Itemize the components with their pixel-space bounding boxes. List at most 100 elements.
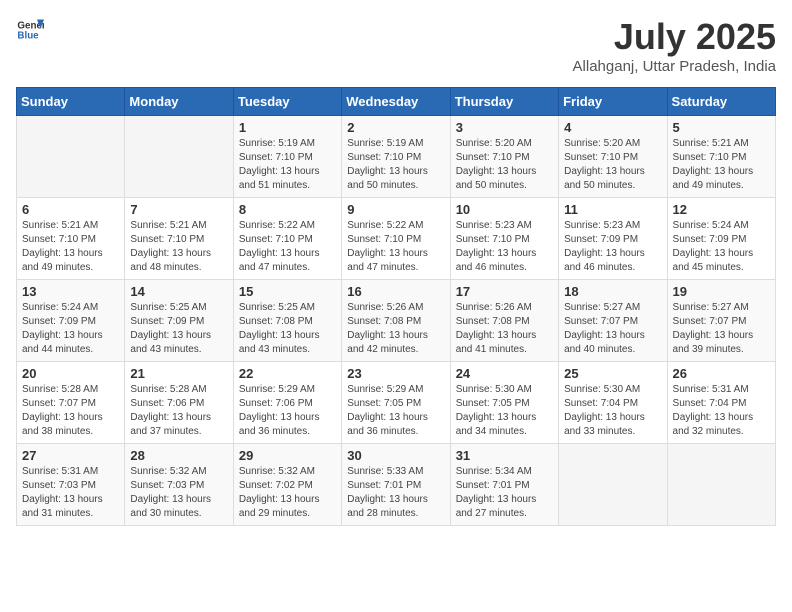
cell-info: Sunrise: 5:27 AM Sunset: 7:07 PM Dayligh… bbox=[564, 301, 661, 357]
cell-info: Sunrise: 5:33 AM Sunset: 7:01 PM Dayligh… bbox=[347, 465, 444, 521]
day-number: 19 bbox=[673, 284, 770, 299]
calendar-cell: 19 Sunrise: 5:27 AM Sunset: 7:07 PM Dayli… bbox=[667, 280, 775, 362]
day-number: 26 bbox=[673, 366, 770, 381]
day-number: 20 bbox=[22, 366, 119, 381]
calendar-cell: 17 Sunrise: 5:26 AM Sunset: 7:08 PM Dayli… bbox=[450, 280, 558, 362]
cell-info: Sunrise: 5:25 AM Sunset: 7:08 PM Dayligh… bbox=[239, 301, 336, 357]
weekday-header: Friday bbox=[559, 88, 667, 116]
weekday-header: Wednesday bbox=[342, 88, 450, 116]
calendar-table: SundayMondayTuesdayWednesdayThursdayFrid… bbox=[16, 87, 776, 526]
calendar-week-row: 20 Sunrise: 5:28 AM Sunset: 7:07 PM Dayli… bbox=[17, 362, 776, 444]
calendar-cell: 7 Sunrise: 5:21 AM Sunset: 7:10 PM Daylig… bbox=[125, 198, 233, 280]
day-number: 10 bbox=[456, 202, 553, 217]
day-number: 22 bbox=[239, 366, 336, 381]
day-number: 9 bbox=[347, 202, 444, 217]
cell-info: Sunrise: 5:29 AM Sunset: 7:05 PM Dayligh… bbox=[347, 383, 444, 439]
cell-info: Sunrise: 5:28 AM Sunset: 7:06 PM Dayligh… bbox=[130, 383, 227, 439]
cell-info: Sunrise: 5:22 AM Sunset: 7:10 PM Dayligh… bbox=[347, 219, 444, 275]
calendar-cell: 9 Sunrise: 5:22 AM Sunset: 7:10 PM Daylig… bbox=[342, 198, 450, 280]
day-number: 28 bbox=[130, 448, 227, 463]
cell-info: Sunrise: 5:21 AM Sunset: 7:10 PM Dayligh… bbox=[22, 219, 119, 275]
cell-info: Sunrise: 5:30 AM Sunset: 7:05 PM Dayligh… bbox=[456, 383, 553, 439]
calendar-cell: 21 Sunrise: 5:28 AM Sunset: 7:06 PM Dayli… bbox=[125, 362, 233, 444]
day-number: 8 bbox=[239, 202, 336, 217]
calendar-cell: 5 Sunrise: 5:21 AM Sunset: 7:10 PM Daylig… bbox=[667, 116, 775, 198]
day-number: 31 bbox=[456, 448, 553, 463]
day-number: 27 bbox=[22, 448, 119, 463]
day-number: 5 bbox=[673, 120, 770, 135]
day-number: 30 bbox=[347, 448, 444, 463]
cell-info: Sunrise: 5:30 AM Sunset: 7:04 PM Dayligh… bbox=[564, 383, 661, 439]
calendar-cell bbox=[125, 116, 233, 198]
calendar-cell: 12 Sunrise: 5:24 AM Sunset: 7:09 PM Dayli… bbox=[667, 198, 775, 280]
day-number: 23 bbox=[347, 366, 444, 381]
calendar-cell: 20 Sunrise: 5:28 AM Sunset: 7:07 PM Dayli… bbox=[17, 362, 125, 444]
day-number: 1 bbox=[239, 120, 336, 135]
calendar-cell: 28Sunrise: 5:32 AM Sunset: 7:03 PM Dayli… bbox=[125, 444, 233, 526]
day-number: 17 bbox=[456, 284, 553, 299]
day-number: 6 bbox=[22, 202, 119, 217]
day-number: 12 bbox=[673, 202, 770, 217]
calendar-week-row: 6 Sunrise: 5:21 AM Sunset: 7:10 PM Daylig… bbox=[17, 198, 776, 280]
logo-icon: General Blue bbox=[16, 16, 44, 44]
location-subtitle: Allahganj, Uttar Pradesh, India bbox=[573, 58, 776, 75]
calendar-cell: 23 Sunrise: 5:29 AM Sunset: 7:05 PM Dayli… bbox=[342, 362, 450, 444]
day-number: 25 bbox=[564, 366, 661, 381]
calendar-cell: 2Sunrise: 5:19 AM Sunset: 7:10 PM Daylig… bbox=[342, 116, 450, 198]
calendar-week-row: 1 Sunrise: 5:19 AM Sunset: 7:10 PM Daylig… bbox=[17, 116, 776, 198]
calendar-cell: 11Sunrise: 5:23 AM Sunset: 7:09 PM Dayli… bbox=[559, 198, 667, 280]
calendar-cell: 6 Sunrise: 5:21 AM Sunset: 7:10 PM Daylig… bbox=[17, 198, 125, 280]
calendar-cell: 25 Sunrise: 5:30 AM Sunset: 7:04 PM Dayli… bbox=[559, 362, 667, 444]
cell-info: Sunrise: 5:34 AM Sunset: 7:01 PM Dayligh… bbox=[456, 465, 553, 521]
weekday-header: Tuesday bbox=[233, 88, 341, 116]
weekday-header-row: SundayMondayTuesdayWednesdayThursdayFrid… bbox=[17, 88, 776, 116]
day-number: 29 bbox=[239, 448, 336, 463]
cell-info: Sunrise: 5:25 AM Sunset: 7:09 PM Dayligh… bbox=[130, 301, 227, 357]
day-number: 4 bbox=[564, 120, 661, 135]
weekday-header: Thursday bbox=[450, 88, 558, 116]
cell-info: Sunrise: 5:21 AM Sunset: 7:10 PM Dayligh… bbox=[130, 219, 227, 275]
day-number: 18 bbox=[564, 284, 661, 299]
day-number: 21 bbox=[130, 366, 227, 381]
calendar-week-row: 13 Sunrise: 5:24 AM Sunset: 7:09 PM Dayli… bbox=[17, 280, 776, 362]
page-header: General Blue July 2025 Allahganj, Uttar … bbox=[16, 16, 776, 75]
svg-text:Blue: Blue bbox=[17, 30, 39, 41]
cell-info: Sunrise: 5:22 AM Sunset: 7:10 PM Dayligh… bbox=[239, 219, 336, 275]
calendar-cell bbox=[17, 116, 125, 198]
calendar-cell: 3Sunrise: 5:20 AM Sunset: 7:10 PM Daylig… bbox=[450, 116, 558, 198]
title-block: July 2025 Allahganj, Uttar Pradesh, Indi… bbox=[573, 16, 776, 75]
cell-info: Sunrise: 5:24 AM Sunset: 7:09 PM Dayligh… bbox=[673, 219, 770, 275]
day-number: 7 bbox=[130, 202, 227, 217]
calendar-cell: 29Sunrise: 5:32 AM Sunset: 7:02 PM Dayli… bbox=[233, 444, 341, 526]
cell-info: Sunrise: 5:26 AM Sunset: 7:08 PM Dayligh… bbox=[456, 301, 553, 357]
calendar-week-row: 27 Sunrise: 5:31 AM Sunset: 7:03 PM Dayli… bbox=[17, 444, 776, 526]
cell-info: Sunrise: 5:23 AM Sunset: 7:09 PM Dayligh… bbox=[564, 219, 661, 275]
cell-info: Sunrise: 5:26 AM Sunset: 7:08 PM Dayligh… bbox=[347, 301, 444, 357]
calendar-cell bbox=[559, 444, 667, 526]
calendar-cell: 15Sunrise: 5:25 AM Sunset: 7:08 PM Dayli… bbox=[233, 280, 341, 362]
day-number: 13 bbox=[22, 284, 119, 299]
calendar-cell: 13 Sunrise: 5:24 AM Sunset: 7:09 PM Dayli… bbox=[17, 280, 125, 362]
day-number: 24 bbox=[456, 366, 553, 381]
cell-info: Sunrise: 5:20 AM Sunset: 7:10 PM Dayligh… bbox=[564, 137, 661, 193]
calendar-cell: 24 Sunrise: 5:30 AM Sunset: 7:05 PM Dayli… bbox=[450, 362, 558, 444]
weekday-header: Monday bbox=[125, 88, 233, 116]
calendar-cell: 30 Sunrise: 5:33 AM Sunset: 7:01 PM Dayli… bbox=[342, 444, 450, 526]
cell-info: Sunrise: 5:19 AM Sunset: 7:10 PM Dayligh… bbox=[347, 137, 444, 193]
cell-info: Sunrise: 5:19 AM Sunset: 7:10 PM Dayligh… bbox=[239, 137, 336, 193]
cell-info: Sunrise: 5:23 AM Sunset: 7:10 PM Dayligh… bbox=[456, 219, 553, 275]
cell-info: Sunrise: 5:29 AM Sunset: 7:06 PM Dayligh… bbox=[239, 383, 336, 439]
cell-info: Sunrise: 5:27 AM Sunset: 7:07 PM Dayligh… bbox=[673, 301, 770, 357]
day-number: 16 bbox=[347, 284, 444, 299]
calendar-cell: 8 Sunrise: 5:22 AM Sunset: 7:10 PM Daylig… bbox=[233, 198, 341, 280]
calendar-cell bbox=[667, 444, 775, 526]
cell-info: Sunrise: 5:21 AM Sunset: 7:10 PM Dayligh… bbox=[673, 137, 770, 193]
cell-info: Sunrise: 5:31 AM Sunset: 7:03 PM Dayligh… bbox=[22, 465, 119, 521]
calendar-cell: 4 Sunrise: 5:20 AM Sunset: 7:10 PM Daylig… bbox=[559, 116, 667, 198]
cell-info: Sunrise: 5:24 AM Sunset: 7:09 PM Dayligh… bbox=[22, 301, 119, 357]
cell-info: Sunrise: 5:28 AM Sunset: 7:07 PM Dayligh… bbox=[22, 383, 119, 439]
day-number: 3 bbox=[456, 120, 553, 135]
month-year-title: July 2025 bbox=[573, 16, 776, 58]
weekday-header: Sunday bbox=[17, 88, 125, 116]
calendar-cell: 10 Sunrise: 5:23 AM Sunset: 7:10 PM Dayli… bbox=[450, 198, 558, 280]
